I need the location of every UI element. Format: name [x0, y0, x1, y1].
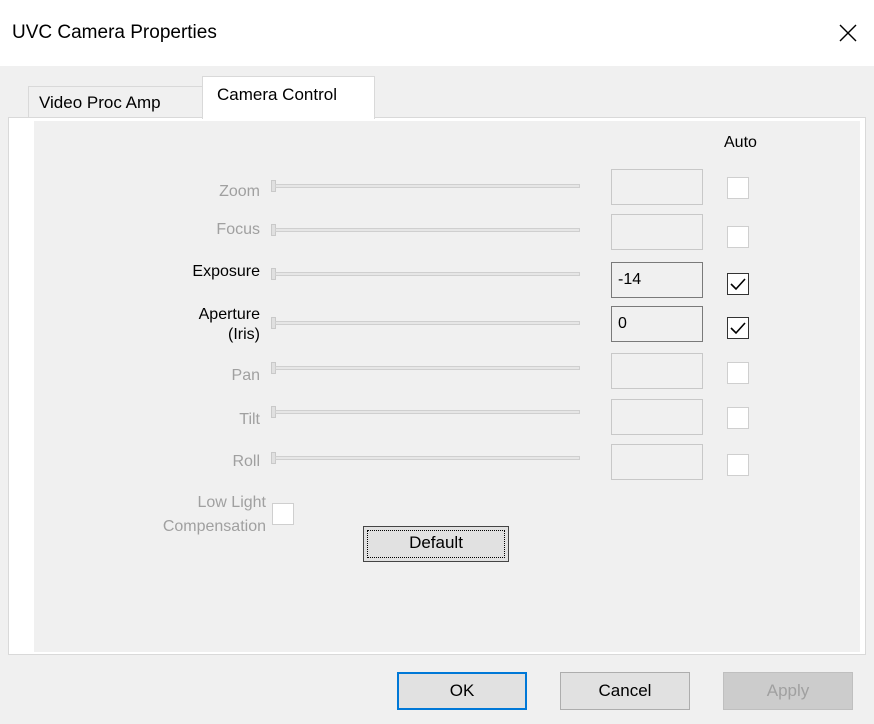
ok-button[interactable]: OK: [397, 672, 527, 710]
focus-auto-checkbox: [727, 226, 749, 248]
cancel-button-label: Cancel: [598, 681, 652, 700]
exposure-label: Exposure: [192, 263, 260, 280]
aperture-label-line1: Aperture: [198, 306, 260, 323]
aperture-label: Aperture (Iris): [140, 305, 260, 345]
pan-value: [611, 353, 703, 389]
apply-button: Apply: [723, 672, 853, 710]
apply-button-label: Apply: [766, 681, 810, 700]
pan-auto-checkbox: [727, 362, 749, 384]
pan-slider: [275, 366, 580, 370]
tilt-label: Tilt: [239, 411, 260, 428]
focus-slider: [275, 228, 580, 232]
tab-camera-control[interactable]: Camera Control: [202, 76, 375, 119]
tab-video-proc-amp[interactable]: Video Proc Amp: [28, 86, 203, 118]
tilt-value: [611, 399, 703, 435]
tab-label: Video Proc Amp: [39, 92, 161, 112]
aperture-label-line2: (Iris): [228, 326, 260, 343]
low-light-compensation-label: Low Light Compensation: [110, 491, 266, 539]
roll-value: [611, 444, 703, 480]
low-light-label-line1: Low Light: [197, 494, 267, 511]
low-light-label-line2: Compensation: [162, 518, 266, 535]
aperture-value[interactable]: 0: [611, 306, 703, 342]
focus-label: Focus: [216, 221, 260, 238]
window-title: UVC Camera Properties: [12, 22, 217, 43]
title-bar: UVC Camera Properties: [0, 0, 874, 66]
exposure-value[interactable]: -14: [611, 262, 703, 298]
low-light-compensation-checkbox: [272, 503, 294, 525]
aperture-auto-checkbox[interactable]: [727, 317, 749, 339]
close-button[interactable]: [822, 0, 874, 66]
tilt-slider: [275, 410, 580, 414]
checkmark-icon: [730, 278, 746, 291]
pan-label: Pan: [231, 367, 260, 384]
zoom-slider: [275, 184, 580, 188]
zoom-auto-checkbox: [727, 177, 749, 199]
checkmark-icon: [730, 322, 746, 335]
focus-value: [611, 214, 703, 250]
roll-slider: [275, 456, 580, 460]
exposure-slider[interactable]: [275, 272, 580, 276]
ok-button-label: OK: [449, 681, 475, 700]
aperture-slider[interactable]: [275, 321, 580, 325]
roll-auto-checkbox: [727, 454, 749, 476]
zoom-label: Zoom: [219, 183, 260, 200]
default-button[interactable]: Default: [363, 526, 509, 562]
tab-label: Camera Control: [217, 85, 337, 104]
cancel-button[interactable]: Cancel: [560, 672, 690, 710]
tilt-auto-checkbox: [727, 407, 749, 429]
roll-label: Roll: [232, 453, 260, 470]
auto-column-header: Auto: [724, 134, 757, 151]
zoom-value: [611, 169, 703, 205]
exposure-auto-checkbox[interactable]: [727, 273, 749, 295]
close-icon: [839, 24, 857, 42]
focus-ring: [367, 530, 505, 558]
